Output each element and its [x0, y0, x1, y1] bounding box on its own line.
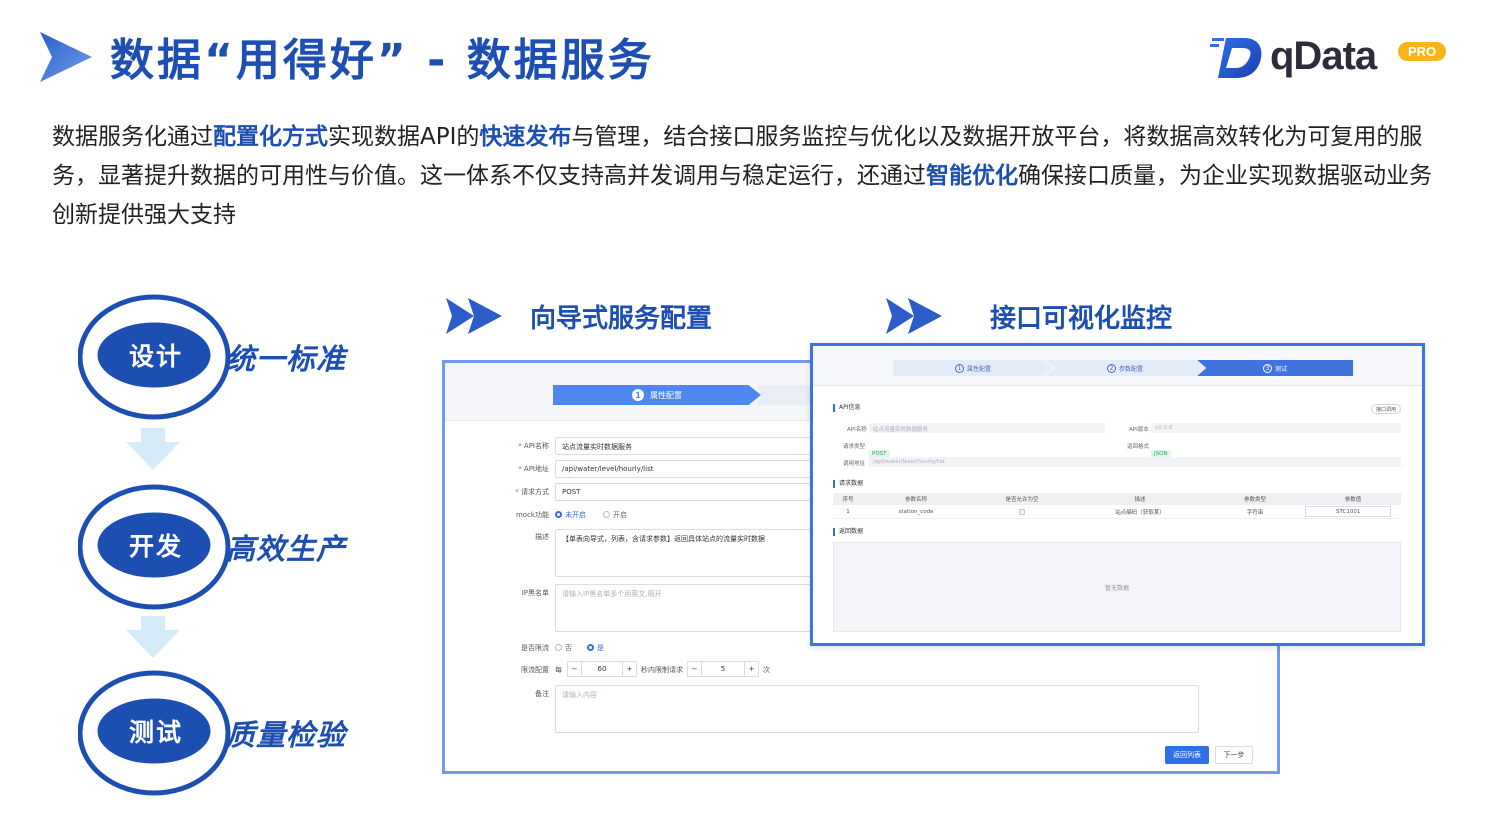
- down-arrow-icon: [126, 616, 180, 658]
- limit-mid-text: 秒内限制请求: [641, 666, 683, 674]
- request-section-title: 请求数据: [833, 480, 863, 488]
- stage-badge: 开发: [128, 532, 183, 561]
- limit-seconds-stepper[interactable]: − 60 +: [567, 661, 637, 677]
- remark-label: 备注: [535, 690, 549, 698]
- m-format-label: 返回格式: [1127, 444, 1150, 450]
- section-title: 向导式服务配置: [530, 304, 713, 334]
- section-title: 接口可视化监控: [990, 304, 1173, 334]
- table-header-cell: 描述: [1134, 497, 1146, 503]
- monitor-step-3[interactable]: 3 测试: [1197, 360, 1353, 376]
- stage-desc: 质量检验: [226, 718, 347, 752]
- stage-badge: 设计: [128, 342, 183, 371]
- limit-count-stepper[interactable]: − 5 +: [687, 661, 759, 677]
- page-title: 数据“用得好” - 数据服务: [110, 35, 655, 86]
- m-method-label: 请求类型: [843, 444, 866, 450]
- intro-highlight-2: 快速发布: [479, 124, 572, 150]
- monitor-step-1[interactable]: 1 属性配置: [893, 360, 1053, 376]
- remark-textarea[interactable]: 请输入内容: [555, 685, 1199, 733]
- mock-on-radio[interactable]: 开启: [603, 510, 627, 520]
- api-info-section-title: API信息: [833, 404, 861, 412]
- test-call-button[interactable]: 接口调用: [1371, 404, 1401, 414]
- desc-label: 描述: [535, 533, 549, 541]
- double-chevron-icon: [446, 298, 502, 334]
- method-label: * 请求方式: [515, 488, 549, 496]
- monitor-steps: 1 属性配置 2 参数配置 3 测试: [893, 360, 1353, 376]
- table-cell: 1: [846, 508, 850, 515]
- stage-develop: 开发 高效生产: [78, 484, 378, 614]
- step-number: 1: [632, 389, 644, 401]
- table-header: 序号 参数名称 是否允许为空 描述 参数类型 参数值: [833, 493, 1401, 505]
- monitor-screenshot: 1 属性配置 2 参数配置 3 测试 API信息 接口调用 API名称 站点流量实时数…: [810, 343, 1425, 646]
- qdata-logo: qData PRO: [1210, 34, 1450, 84]
- m-url-value: /api/water/level/hourly/list: [869, 457, 1401, 467]
- stage-design: 设计 统一标准: [78, 294, 378, 424]
- minus-button[interactable]: −: [568, 662, 582, 676]
- down-arrow-icon: [126, 428, 180, 470]
- stage-badge: 测试: [128, 718, 183, 747]
- limit-label: 是否限流: [521, 644, 549, 652]
- param-value-input[interactable]: STC1001: [1305, 506, 1392, 517]
- section-heading-monitor: 接口可视化监控: [886, 296, 1206, 336]
- response-empty-panel: 暂无数据: [833, 542, 1401, 632]
- ip-blacklist-label: IP黑名单: [521, 589, 549, 597]
- api-path-label: * API地址: [518, 465, 549, 473]
- table-cell: station_code: [898, 508, 934, 515]
- table-header-cell: 参数类型: [1243, 497, 1266, 503]
- intro-text-1: 数据服务化通过: [52, 124, 213, 150]
- table-header-cell: 序号: [842, 497, 854, 503]
- minus-button[interactable]: −: [688, 662, 702, 676]
- table-cell-input-wrap: STC1001: [1305, 505, 1401, 518]
- response-section-title: 返回数据: [833, 528, 863, 536]
- table-header-cell: 参数值: [1344, 497, 1362, 503]
- section-heading-wizard: 向导式服务配置: [446, 296, 746, 336]
- table-cell-checkbox[interactable]: [969, 505, 1075, 518]
- back-to-list-button[interactable]: 返回列表: [1165, 746, 1209, 764]
- stage-test: 测试 质量检验: [78, 670, 378, 800]
- table-header-cell: 参数名称: [904, 497, 927, 503]
- title-arrow-icon: [40, 32, 92, 82]
- intro-text-2: 实现数据API的: [328, 124, 480, 150]
- table-cell: 站点编码（获取某）: [1115, 509, 1165, 516]
- limit-config-label: 限流配置: [521, 666, 549, 674]
- stepper-value[interactable]: 60: [582, 662, 622, 676]
- next-step-button[interactable]: 下一步: [1215, 746, 1253, 764]
- plus-button[interactable]: +: [622, 662, 636, 676]
- form-row-limit-config: 限流配置 每 − 60 + 秒内限制请求 − 5 + 次: [445, 661, 1277, 679]
- intro-highlight-3: 智能优化: [926, 163, 1018, 189]
- intro-highlight-1: 配置化方式: [213, 124, 328, 150]
- limit-yes-radio[interactable]: 是: [587, 643, 604, 653]
- table-cell: 字符串: [1246, 509, 1264, 516]
- stage-desc: 统一标准: [226, 342, 347, 376]
- logo-text: qData: [1270, 34, 1377, 78]
- request-params-table: 序号 参数名称 是否允许为空 描述 参数类型 参数值 1 station_cod…: [833, 493, 1401, 519]
- qdata-logo-icon: [1210, 38, 1262, 78]
- limit-no-radio[interactable]: 否: [555, 643, 572, 653]
- step-label: 属性配置: [650, 390, 682, 400]
- m-url-label: 调用地址: [843, 461, 866, 467]
- m-api-version-value: v1.0.0: [1151, 423, 1401, 433]
- api-name-label: * API名称: [518, 442, 549, 450]
- stepper-value[interactable]: 5: [702, 662, 744, 676]
- double-chevron-icon: [886, 298, 942, 334]
- mock-label: mock功能: [515, 511, 549, 519]
- limit-every-text: 每: [555, 666, 562, 674]
- mock-off-radio[interactable]: 未开启: [555, 510, 586, 520]
- table-header-cell: 是否允许为空: [1005, 497, 1039, 503]
- limit-unit-text: 次: [763, 666, 770, 674]
- wizard-step-2[interactable]: [757, 385, 817, 405]
- intro-paragraph: 数据服务化通过配置化方式实现数据API的快速发布与管理，结合接口服务监控与优化以…: [52, 118, 1442, 235]
- m-api-version-label: API版本: [1129, 427, 1149, 433]
- wizard-step-1[interactable]: 1 属性配置: [553, 385, 761, 405]
- pro-badge: PRO: [1398, 42, 1447, 61]
- m-api-name-label: API名称: [847, 427, 867, 433]
- table-row: 1 station_code 站点编码（获取某） 字符串 STC1001: [833, 505, 1401, 519]
- m-api-name-value: 站点流量实时数据服务: [869, 423, 1105, 433]
- stage-desc: 高效生产: [226, 532, 347, 566]
- plus-button[interactable]: +: [744, 662, 758, 676]
- monitor-step-2[interactable]: 2 参数配置: [1045, 360, 1205, 376]
